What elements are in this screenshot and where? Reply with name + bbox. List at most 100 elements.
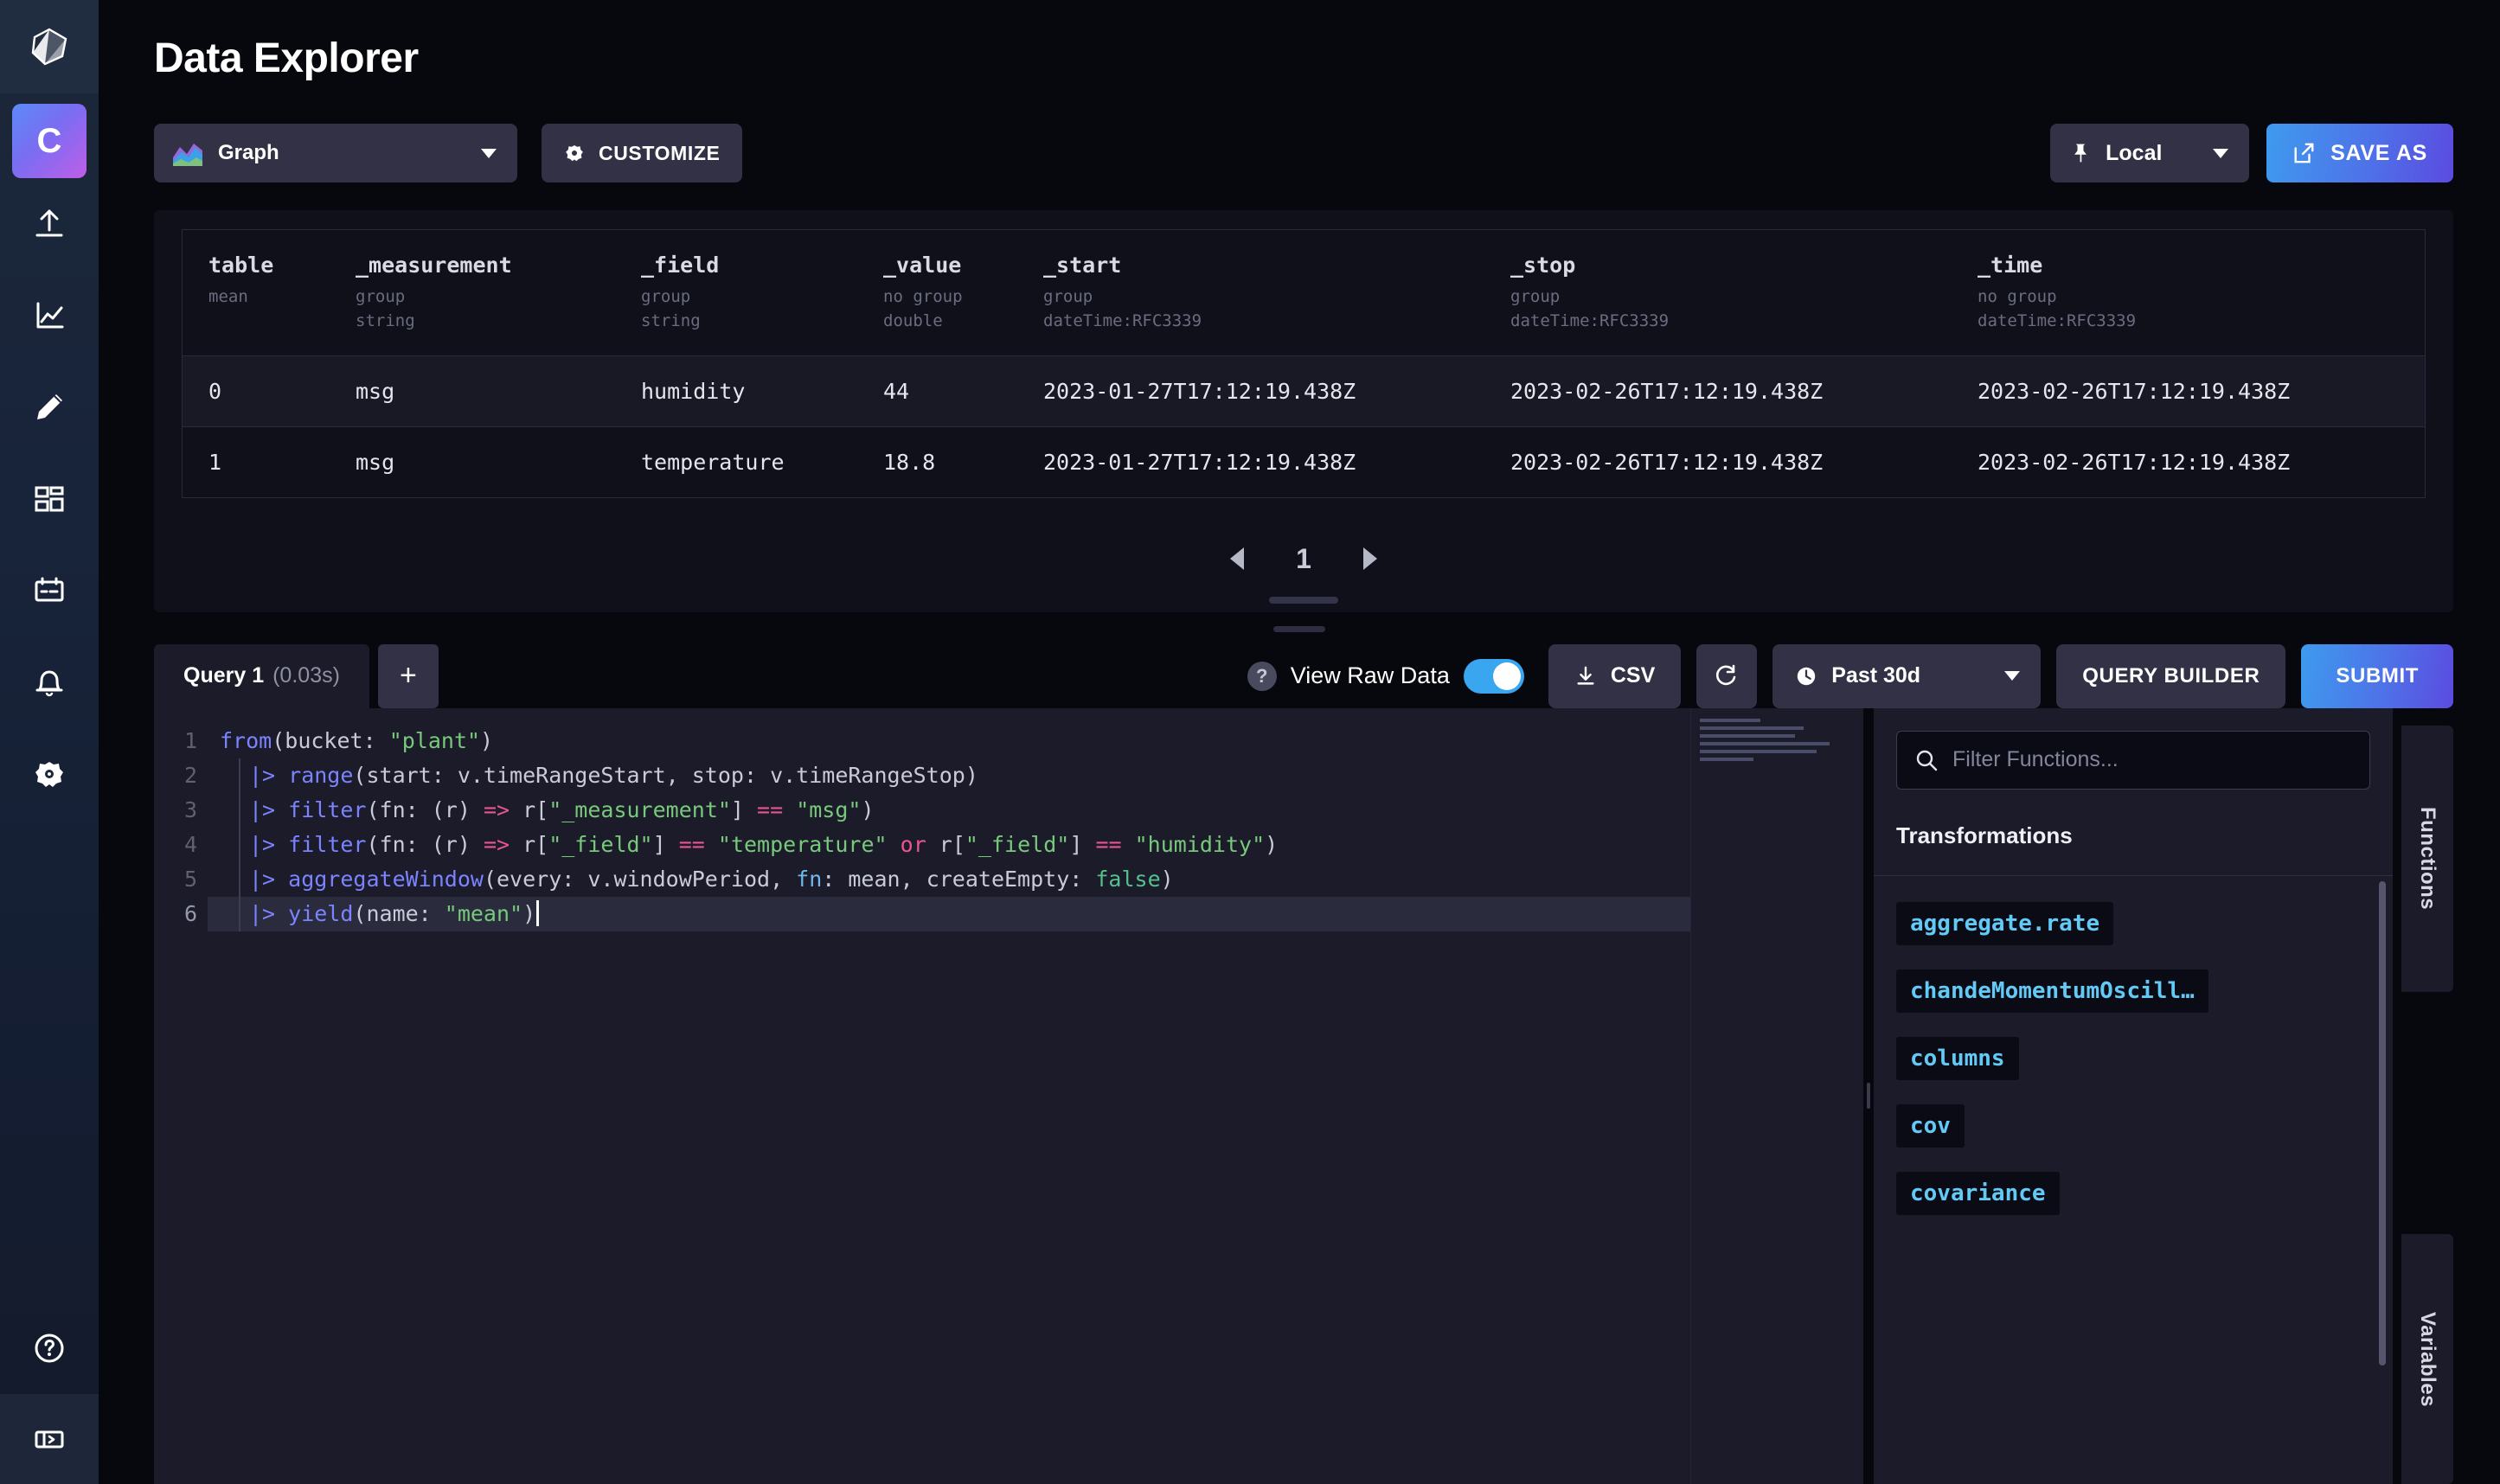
query-tab[interactable]: Query 1 (0.03s) <box>154 644 369 708</box>
function-item[interactable]: aggregate.rate <box>1896 902 2113 945</box>
function-list[interactable]: aggregate.rate chandeMomentumOscill… col… <box>1874 876 2393 1484</box>
table-row[interactable]: 0 msg humidity 44 2023-01-27T17:12:19.43… <box>183 356 2425 427</box>
code-line[interactable]: |> range(start: v.timeRangeStart, stop: … <box>208 758 1690 793</box>
code-token: (every: v.windowPeriod, <box>484 867 796 892</box>
cell-start: 2023-01-27T17:12:19.438Z <box>1017 356 1484 427</box>
column-header-time[interactable]: _time no group dateTime:RFC3339 <box>1952 230 2425 356</box>
save-as-button[interactable]: SAVE AS <box>2266 124 2453 182</box>
submit-button[interactable]: SUBMIT <box>2301 644 2453 708</box>
page-number[interactable]: 1 <box>1296 543 1311 575</box>
function-item[interactable]: columns <box>1896 1037 2019 1080</box>
function-item[interactable]: chandeMomentumOscill… <box>1896 969 2208 1013</box>
section-title: Transformations <box>1874 790 2393 876</box>
sidebar-item-dashboards[interactable] <box>0 453 99 545</box>
sidebar-item-data-explorer[interactable] <box>0 270 99 361</box>
csv-download-button[interactable]: CSV <box>1548 644 1681 708</box>
query-builder-button[interactable]: QUERY BUILDER <box>2056 644 2285 708</box>
visualization-type-dropdown[interactable]: Graph <box>154 124 517 182</box>
csv-label: CSV <box>1611 663 1655 688</box>
sidebar-item-notebooks[interactable] <box>0 361 99 453</box>
view-raw-data-toggle[interactable] <box>1464 659 1524 694</box>
code-token: "msg" <box>796 797 861 822</box>
filter-functions-box[interactable] <box>1896 731 2370 790</box>
help-circle-icon <box>32 1331 67 1366</box>
column-header-stop[interactable]: _stop group dateTime:RFC3339 <box>1484 230 1952 356</box>
pagination: 1 <box>154 534 2453 583</box>
view-raw-data-control: ? View Raw Data <box>1247 659 1524 694</box>
refresh-button[interactable] <box>1696 644 1757 708</box>
time-range-dropdown[interactable]: Past 30d <box>1772 644 2041 708</box>
flux-script-editor[interactable]: 1 2 3 4 5 6 from(bucket: "plant")|> rang… <box>154 708 1863 1484</box>
sidebar-item-load-data[interactable] <box>0 178 99 270</box>
editor-minimap[interactable] <box>1690 708 1863 1484</box>
tab-variables[interactable]: Variables <box>2401 1234 2453 1484</box>
column-header-start[interactable]: _start group dateTime:RFC3339 <box>1017 230 1484 356</box>
query-toolbar: Query 1 (0.03s) + ? View Raw Data <box>154 644 2453 708</box>
table-row[interactable]: 1 msg temperature 18.8 2023-01-27T17:12:… <box>183 427 2425 498</box>
vertical-splitter[interactable] <box>1863 708 1874 1484</box>
panel-resize-handle[interactable] <box>1269 597 1338 604</box>
code-token: (bucket: <box>272 728 388 753</box>
column-group: group <box>356 287 405 306</box>
local-source-dropdown[interactable]: Local <box>2050 124 2249 182</box>
column-group: group <box>641 287 690 306</box>
question-mark-icon[interactable]: ? <box>1247 662 1277 691</box>
code-token <box>705 832 718 857</box>
sidebar-item-settings[interactable] <box>0 728 99 820</box>
code-token: (fn: (r) <box>366 832 483 857</box>
code-token: "temperature" <box>718 832 888 857</box>
code-line[interactable]: |> filter(fn: (r) => r["_measurement"] =… <box>208 793 1690 828</box>
function-item[interactable]: cov <box>1896 1104 1965 1148</box>
line-number: 2 <box>154 758 208 793</box>
editor-area: 1 2 3 4 5 6 from(bucket: "plant")|> rang… <box>154 708 2453 1484</box>
code-token: |> <box>249 901 288 926</box>
filter-functions-input[interactable] <box>1952 747 2352 772</box>
chevron-right-icon[interactable] <box>1363 547 1377 570</box>
avatar[interactable]: C <box>12 104 87 178</box>
code-token: |> <box>249 832 288 857</box>
cell-value: 44 <box>857 356 1017 427</box>
clock-icon <box>1795 665 1817 688</box>
code-token: |> <box>249 867 288 892</box>
customize-button[interactable]: CUSTOMIZE <box>542 124 742 182</box>
code-token: == <box>1095 832 1121 857</box>
column-type: dateTime:RFC3339 <box>1510 311 1669 330</box>
code-token: == <box>679 832 705 857</box>
sidebar-item-tasks[interactable] <box>0 545 99 636</box>
table-head: table mean _measurement group string <box>183 230 2425 356</box>
code-token: : mean, createEmpty: <box>822 867 1095 892</box>
function-list-scrollbar[interactable] <box>2379 881 2386 1366</box>
code-token: yield <box>288 901 353 926</box>
chevron-left-icon[interactable] <box>1230 547 1244 570</box>
sidebar-collapse-button[interactable] <box>0 1394 99 1484</box>
sidebar-item-help[interactable] <box>0 1302 99 1394</box>
code-token: ] <box>1069 832 1095 857</box>
editor-code[interactable]: from(bucket: "plant")|> range(start: v.t… <box>208 708 1690 1484</box>
tab-functions[interactable]: Functions <box>2401 726 2453 992</box>
section-resize-handle[interactable] <box>1273 626 1325 632</box>
function-item[interactable]: covariance <box>1896 1172 2060 1215</box>
column-name: _stop <box>1510 253 1575 278</box>
column-header-table[interactable]: table mean <box>183 230 330 356</box>
cell-stop: 2023-02-26T17:12:19.438Z <box>1484 356 1952 427</box>
code-token: "_field" <box>965 832 1069 857</box>
code-line[interactable]: |> aggregateWindow(every: v.windowPeriod… <box>208 862 1690 897</box>
column-type: double <box>883 311 943 330</box>
column-meta: no group double <box>883 285 1017 333</box>
code-line[interactable]: |> filter(fn: (r) => r["_field"] == "tem… <box>208 828 1690 862</box>
column-group: group <box>1510 287 1560 306</box>
code-token: |> <box>249 797 288 822</box>
line-chart-icon <box>32 298 67 333</box>
app-logo[interactable] <box>0 0 99 93</box>
column-header-measurement[interactable]: _measurement group string <box>330 230 615 356</box>
code-line[interactable]: from(bucket: "plant") <box>208 724 1690 758</box>
line-number: 6 <box>154 897 208 931</box>
column-header-field[interactable]: _field group string <box>615 230 857 356</box>
code-token: (name: <box>353 901 444 926</box>
code-line[interactable]: |> yield(name: "mean") <box>208 897 1690 931</box>
pencil-icon <box>32 390 67 425</box>
add-query-button[interactable]: + <box>378 644 439 708</box>
code-token <box>783 797 796 822</box>
sidebar-item-alerts[interactable] <box>0 636 99 728</box>
column-header-value[interactable]: _value no group double <box>857 230 1017 356</box>
